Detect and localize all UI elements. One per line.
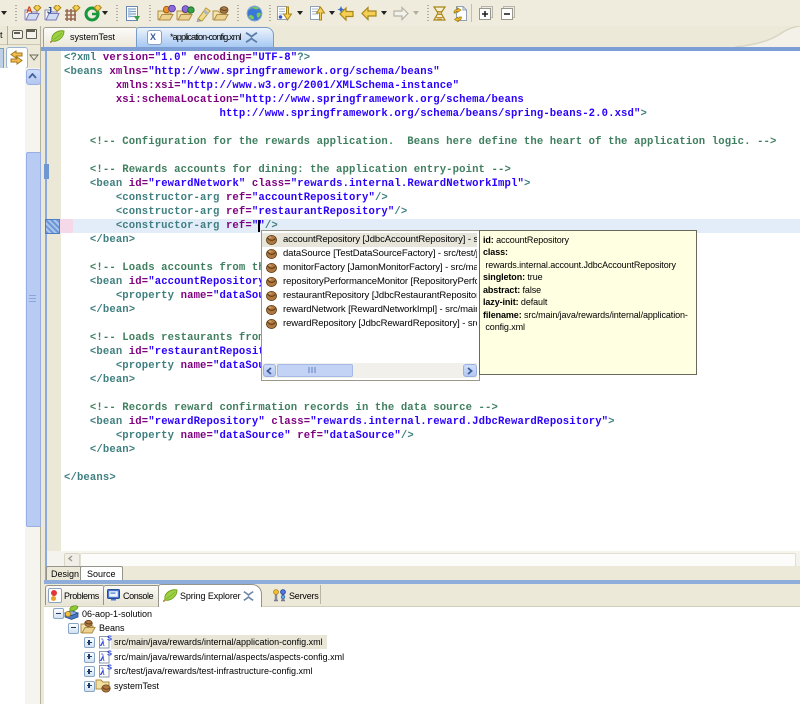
svg-text:λ: λ	[99, 653, 105, 664]
svg-text:S: S	[107, 663, 112, 672]
svg-text:J: J	[47, 6, 52, 16]
svg-text:S: S	[107, 634, 112, 643]
svg-text:A: A	[26, 5, 33, 15]
svg-text:S: S	[107, 649, 112, 658]
svg-text:λ: λ	[99, 638, 105, 649]
